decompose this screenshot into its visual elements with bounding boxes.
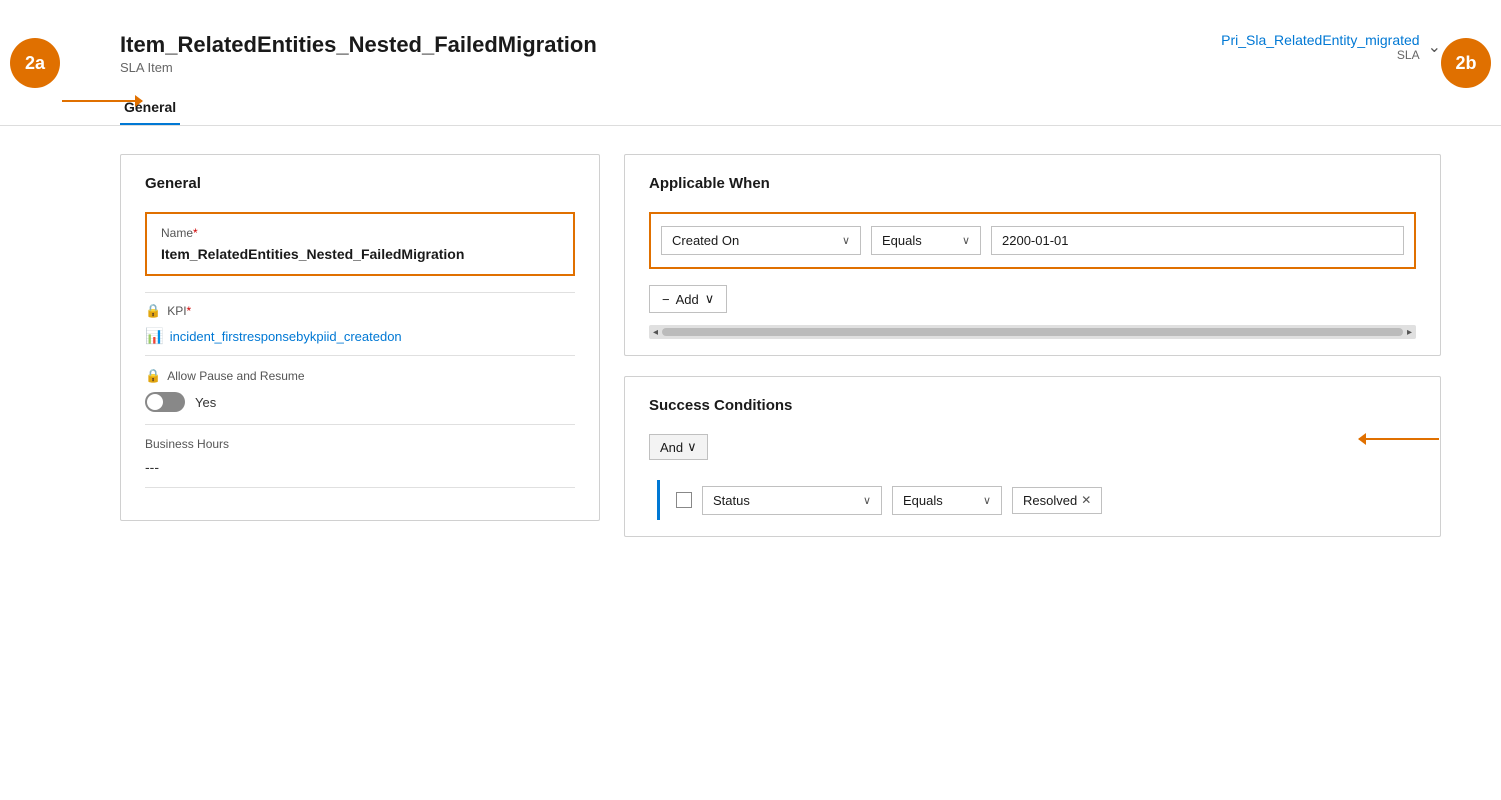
- name-field-value[interactable]: Item_RelatedEntities_Nested_FailedMigrat…: [161, 246, 559, 262]
- pause-label-row: 🔒 Allow Pause and Resume: [145, 368, 575, 384]
- condition-row: Created On ∨ Equals ∨: [649, 212, 1416, 269]
- toggle-wrapper: Yes: [145, 392, 575, 412]
- toggle-knob: [147, 394, 163, 410]
- name-field-box: Name* Item_RelatedEntities_Nested_Failed…: [145, 212, 575, 276]
- sla-selector[interactable]: Pri_Sla_RelatedEntity_migrated SLA ⌄: [1221, 32, 1441, 62]
- pause-section: 🔒 Allow Pause and Resume Yes: [145, 355, 575, 424]
- annotation-2a: 2a: [10, 38, 60, 88]
- pause-field-label: Allow Pause and Resume: [167, 369, 304, 383]
- kpi-label-row: 🔒 KPI*: [145, 303, 575, 319]
- operator-dropdown-arrow: ∨: [962, 234, 970, 247]
- add-dropdown-arrow: ∨: [705, 291, 715, 307]
- condition-field-dropdown[interactable]: Created On ∨: [661, 226, 861, 255]
- condition-operator-dropdown[interactable]: Equals ∨: [871, 226, 981, 255]
- status-dropdown[interactable]: Status ∨: [702, 486, 882, 515]
- sla-info: Pri_Sla_RelatedEntity_migrated SLA: [1221, 32, 1419, 62]
- success-conditions-title: Success Conditions: [649, 397, 1416, 414]
- biz-hours-label: Business Hours: [145, 437, 575, 451]
- lock-icon: 🔒: [145, 303, 161, 319]
- tabs-row: General: [0, 91, 1501, 126]
- pause-lock-icon: 🔒: [145, 368, 161, 384]
- success-condition-row: Status ∨ Equals ∨ Resolved ✕: [649, 480, 1416, 520]
- blue-bar: [657, 480, 660, 520]
- biz-hours-section: Business Hours ---: [145, 424, 575, 500]
- success-conditions-card: Success Conditions And ∨ Status ∨ Equa: [624, 376, 1441, 537]
- page-wrapper: 2a 2b Item_RelatedEntities_Nested_Failed…: [0, 0, 1501, 800]
- tab-general[interactable]: General: [120, 91, 180, 125]
- left-panel: General Name* Item_RelatedEntities_Neste…: [120, 154, 600, 537]
- name-field-label: Name*: [161, 226, 559, 240]
- scroll-right-arrow: ▸: [1407, 327, 1412, 338]
- chevron-down-icon: ⌄: [1428, 37, 1441, 57]
- field-dropdown-arrow: ∨: [842, 234, 850, 247]
- success-operator-arrow: ∨: [983, 494, 991, 507]
- kpi-section: 🔒 KPI* 📊 incident_firstresponsebykpiid_c…: [145, 292, 575, 355]
- annotation-2b: 2b: [1441, 38, 1491, 88]
- annotation-arrow-left: [62, 100, 142, 102]
- status-dropdown-arrow: ∨: [863, 494, 871, 507]
- scroll-track: [662, 328, 1403, 336]
- resolved-tag: Resolved ✕: [1012, 487, 1102, 514]
- and-dropdown-arrow: ∨: [687, 439, 697, 455]
- pause-toggle[interactable]: [145, 392, 185, 412]
- applicable-when-card: Applicable When Created On ∨ Equals ∨: [624, 154, 1441, 356]
- sla-label: SLA: [1221, 48, 1419, 62]
- horizontal-scrollbar[interactable]: ◂ ▸: [649, 325, 1416, 339]
- page-header: Item_RelatedEntities_Nested_FailedMigrat…: [0, 0, 1501, 91]
- success-operator-dropdown[interactable]: Equals ∨: [892, 486, 1002, 515]
- header-left: Item_RelatedEntities_Nested_FailedMigrat…: [120, 32, 597, 75]
- minus-icon: −: [662, 292, 670, 307]
- scroll-left-arrow: ◂: [653, 327, 658, 338]
- condition-checkbox[interactable]: [676, 492, 692, 508]
- main-content: General Name* Item_RelatedEntities_Neste…: [0, 126, 1501, 557]
- sla-name: Pri_Sla_RelatedEntity_migrated: [1221, 32, 1419, 48]
- annotation-arrow-right: [1359, 438, 1439, 440]
- kpi-field-label: KPI*: [167, 304, 191, 318]
- biz-hours-value: ---: [145, 459, 575, 488]
- page-title: Item_RelatedEntities_Nested_FailedMigrat…: [120, 32, 597, 58]
- general-panel-title: General: [145, 175, 575, 192]
- kpi-link[interactable]: 📊 incident_firstresponsebykpiid_createdo…: [145, 327, 575, 345]
- page-subtitle: SLA Item: [120, 60, 597, 75]
- right-panel: Applicable When Created On ∨ Equals ∨: [624, 154, 1441, 537]
- add-button[interactable]: − Add ∨: [649, 285, 727, 313]
- condition-value-input[interactable]: [991, 226, 1404, 255]
- toggle-label: Yes: [195, 395, 216, 410]
- remove-value-button[interactable]: ✕: [1081, 493, 1091, 507]
- kpi-chart-icon: 📊: [145, 327, 164, 345]
- general-panel-card: General Name* Item_RelatedEntities_Neste…: [120, 154, 600, 521]
- and-dropdown[interactable]: And ∨: [649, 434, 708, 460]
- applicable-when-title: Applicable When: [649, 175, 1416, 192]
